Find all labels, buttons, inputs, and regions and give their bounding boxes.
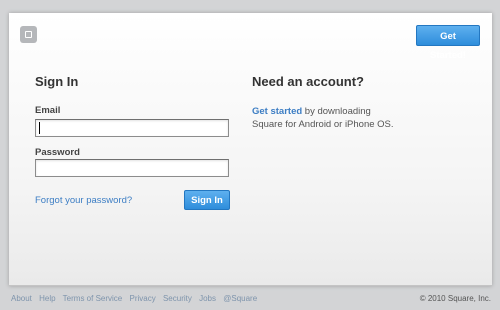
email-field[interactable] [35, 119, 229, 137]
footer-link-terms[interactable]: Terms of Service [63, 294, 123, 303]
password-field[interactable] [35, 159, 229, 177]
get-started-button[interactable]: Get Started! [416, 25, 480, 61]
forgot-password-link[interactable]: Forgot your password? [35, 195, 132, 206]
get-started-link[interactable]: Get started [252, 106, 302, 117]
footer-link-privacy[interactable]: Privacy [129, 294, 155, 303]
sign-in-title: Sign In [35, 74, 79, 89]
need-account-title: Need an account? [252, 74, 364, 89]
square-logo-icon[interactable] [20, 26, 37, 43]
footer-link-about[interactable]: About [11, 294, 32, 303]
copyright-text: © 2010 Square, Inc. [419, 294, 491, 303]
footer-link-twitter[interactable]: @Square [223, 294, 257, 303]
need-account-text: Get started by downloading Square for An… [252, 106, 402, 131]
footer-link-jobs[interactable]: Jobs [199, 294, 216, 303]
logo-inner-square [25, 31, 32, 38]
email-label: Email [35, 105, 61, 116]
login-card: Get Started! Sign In Email Password Forg… [9, 13, 492, 286]
sign-in-button[interactable]: Sign In [184, 190, 230, 210]
text-caret [39, 122, 40, 134]
need-account-text-part1: by downloading [302, 106, 371, 117]
need-account-text-part2: Square for Android or iPhone OS. [252, 118, 394, 130]
footer-link-help[interactable]: Help [39, 294, 55, 303]
footer-links: About Help Terms of Service Privacy Secu… [11, 294, 262, 303]
password-label: Password [35, 147, 80, 158]
footer-link-security[interactable]: Security [163, 294, 192, 303]
